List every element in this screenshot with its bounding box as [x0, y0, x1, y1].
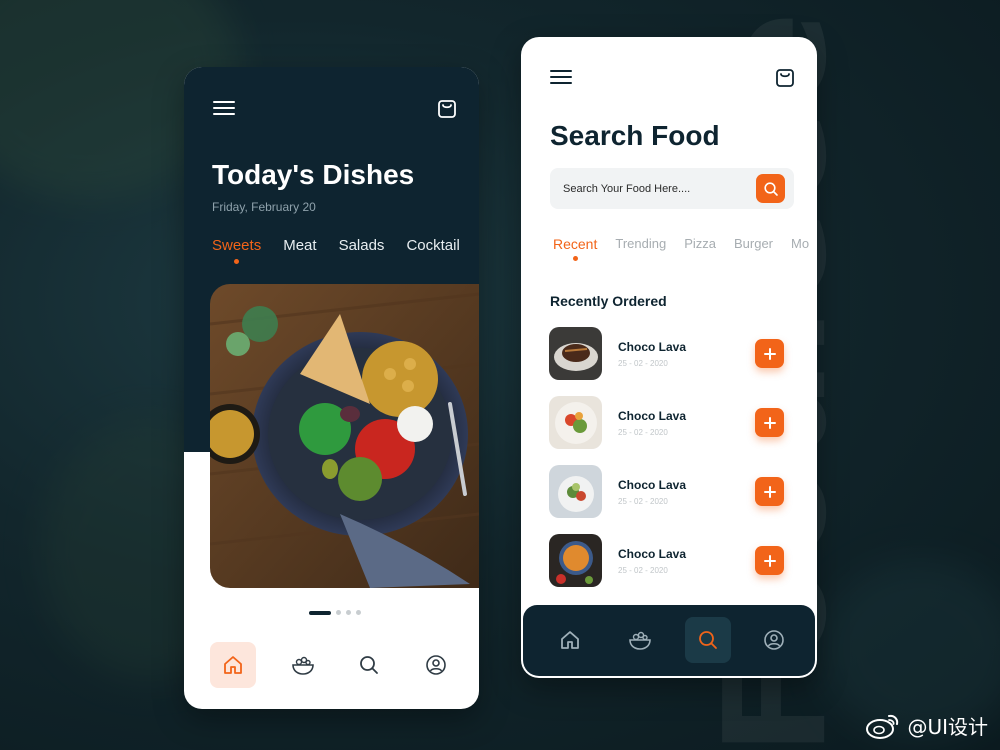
tab-recent[interactable]: Recent [553, 236, 597, 261]
tab-pizza[interactable]: Pizza [684, 236, 716, 252]
watermark-text: @UI设计 [907, 715, 988, 739]
weibo-icon [866, 714, 899, 739]
page-title: Search Food [550, 120, 720, 151]
hamburger-icon[interactable] [549, 67, 573, 87]
search-icon [699, 631, 717, 649]
tab-meat[interactable]: Meat [283, 237, 316, 254]
pager-dot[interactable] [336, 610, 341, 615]
user-icon [426, 655, 446, 675]
nav-profile[interactable] [751, 617, 797, 663]
nav-dishes[interactable] [617, 617, 663, 663]
nav-search[interactable] [685, 617, 731, 663]
food-thumbnail [549, 396, 602, 449]
date-label: Friday, February 20 [212, 200, 316, 214]
order-name: Choco Lava [618, 409, 687, 423]
list-item[interactable]: Choco Lava 25 - 02 - 2020 [549, 465, 789, 534]
filter-tabs: Recent Trending Pizza Burger Mo [553, 236, 809, 261]
add-button[interactable] [755, 408, 784, 437]
search-button[interactable] [756, 174, 785, 203]
plus-icon [763, 554, 776, 567]
add-button[interactable] [755, 339, 784, 368]
section-title: Recently Ordered [550, 293, 667, 309]
search-icon [360, 656, 378, 674]
filter-tabs-container: Recent Trending Pizza Burger Mo [521, 227, 817, 267]
nav-home[interactable] [210, 642, 256, 688]
phone-today-dishes: Today's Dishes Friday, February 20 Sweet… [184, 67, 479, 709]
plus-icon [763, 347, 776, 360]
tab-cocktail[interactable]: Cocktail [406, 237, 459, 254]
home-icon [561, 631, 579, 649]
bowl-icon [292, 656, 314, 675]
home-icon [224, 656, 242, 674]
list-item[interactable]: Choco Lava 25 - 02 - 2020 [549, 327, 789, 396]
pager-dot[interactable] [356, 610, 361, 615]
add-button[interactable] [755, 477, 784, 506]
pager-dot[interactable] [346, 610, 351, 615]
recent-orders-list: Choco Lava 25 - 02 - 2020 Choco Lava 25 … [549, 327, 789, 603]
search-bar [550, 168, 794, 209]
hamburger-icon[interactable] [212, 98, 236, 118]
food-thumbnail [549, 534, 602, 587]
user-icon [764, 630, 784, 650]
tab-trending[interactable]: Trending [615, 236, 666, 252]
nav-profile[interactable] [413, 642, 459, 688]
add-button[interactable] [755, 546, 784, 575]
phone-search-food: Search Food Recent Trending Pizza Burger… [521, 37, 817, 678]
plus-icon [763, 416, 776, 429]
food-thumbnail [549, 465, 602, 518]
shopping-bag-icon[interactable] [435, 96, 459, 120]
carousel-pager [309, 610, 361, 615]
bottom-nav [184, 642, 479, 692]
tab-sweets[interactable]: Sweets [212, 237, 261, 264]
list-item[interactable]: Choco Lava 25 - 02 - 2020 [549, 534, 789, 603]
nav-dishes[interactable] [280, 642, 326, 688]
order-name: Choco Lava [618, 478, 687, 492]
category-tabs: Sweets Meat Salads Cocktail [212, 237, 460, 264]
order-name: Choco Lava [618, 547, 687, 561]
search-icon [763, 181, 778, 196]
order-date: 25 - 02 - 2020 [618, 359, 668, 368]
order-date: 25 - 02 - 2020 [618, 566, 668, 575]
bowl-icon [629, 631, 651, 650]
featured-dish-image[interactable] [210, 284, 479, 588]
order-date: 25 - 02 - 2020 [618, 428, 668, 437]
list-item[interactable]: Choco Lava 25 - 02 - 2020 [549, 396, 789, 465]
page-title: Today's Dishes [212, 159, 415, 190]
plus-icon [763, 485, 776, 498]
tab-burger[interactable]: Burger [734, 236, 773, 252]
watermark: @UI设计 [865, 711, 988, 740]
shopping-bag-icon[interactable] [773, 65, 797, 89]
nav-search[interactable] [346, 642, 392, 688]
pager-dot-active[interactable] [309, 610, 331, 615]
tab-salads[interactable]: Salads [339, 237, 385, 254]
nav-home[interactable] [547, 617, 593, 663]
order-date: 25 - 02 - 2020 [618, 497, 668, 506]
tab-more[interactable]: Mo [791, 236, 809, 252]
food-thumbnail [549, 327, 602, 380]
order-name: Choco Lava [618, 340, 687, 354]
bottom-nav [523, 605, 815, 676]
search-input[interactable] [563, 182, 743, 195]
